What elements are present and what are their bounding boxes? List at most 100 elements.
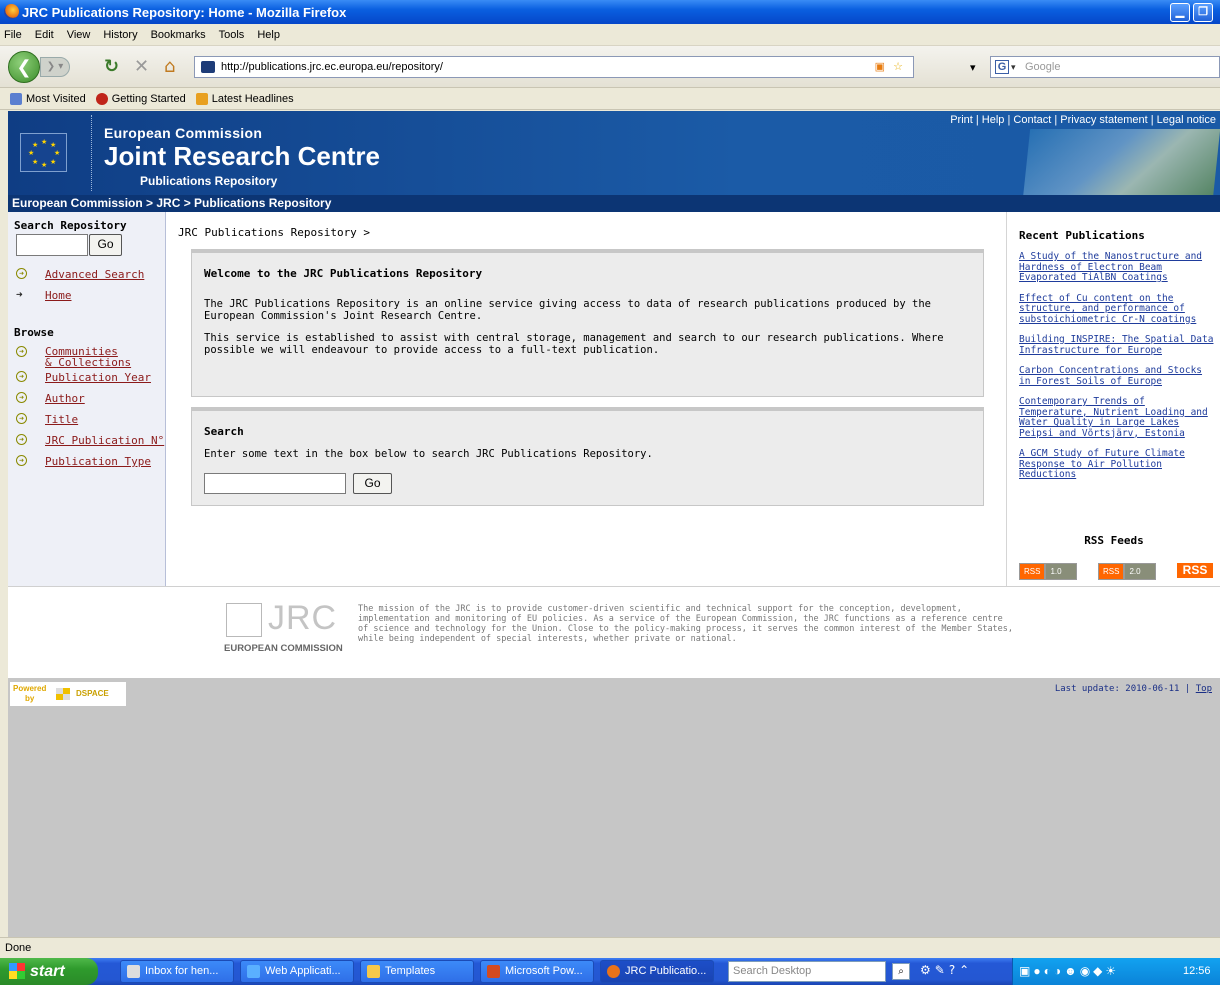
firefox-icon <box>607 965 620 978</box>
publication-link[interactable]: Carbon Concentrations and Stocks in Fore… <box>1019 365 1215 387</box>
bookmark-getting-started[interactable]: Getting Started <box>95 92 186 105</box>
arrow-icon: ➜ <box>16 288 23 301</box>
sidebar-item-advanced-search[interactable]: ➜ Advanced Search <box>8 268 166 289</box>
banner-line-repo: Publications Repository <box>140 174 278 188</box>
right-sidebar: Recent Publications A Study of the Nanos… <box>1006 212 1220 586</box>
browse-heading: Browse <box>14 326 54 339</box>
taskbar-item-jrc[interactable]: JRC Publicatio... <box>600 960 714 983</box>
menu-file[interactable]: File <box>4 29 22 41</box>
search-instructions: Enter some text in the box below to sear… <box>204 448 653 460</box>
desktop-search-input[interactable]: Search Desktop <box>728 961 886 982</box>
sidebar-search-input[interactable] <box>16 234 88 256</box>
navigation-toolbar: ❮ ❯ ▾ ↻ ✕ ⌂ http://publications.jrc.ec.e… <box>0 46 1220 88</box>
eu-flag-icon: ★ ★ ★ ★ ★ ★ ★ ★ <box>20 133 67 172</box>
reload-icon[interactable]: ↻ <box>104 57 119 77</box>
european-commission-label: EUROPEAN COMMISSION <box>224 643 343 654</box>
stop-icon[interactable]: ✕ <box>134 57 149 77</box>
main-search-input[interactable] <box>204 473 346 494</box>
mail-icon <box>127 965 140 978</box>
url-text: http://publications.jrc.ec.europa.eu/rep… <box>221 61 443 73</box>
taskbar-item-powerpoint[interactable]: Microsoft Pow... <box>480 960 594 983</box>
sidebar-item-author[interactable]: ➜ Author <box>8 392 166 413</box>
feed-icon <box>195 92 208 105</box>
sidebar-item-home[interactable]: ➜ Home <box>8 288 166 310</box>
search-engine-placeholder: Google <box>1025 61 1061 73</box>
quick-launch-icons[interactable]: ⚙✎?⌃ <box>920 963 1000 980</box>
folder-icon <box>367 965 380 978</box>
taskbar-item-templates[interactable]: Templates <box>360 960 474 983</box>
rss-1-0-button[interactable]: RSS 1.0 <box>1019 563 1093 580</box>
sidebar-item-title[interactable]: ➜ Title <box>8 413 166 434</box>
last-update: Last update: 2010-06-11 | Top <box>1054 684 1212 694</box>
folder-icon <box>10 92 22 105</box>
title-bar: JRC Publications Repository: Home - Mozi… <box>0 0 1220 24</box>
google-icon[interactable]: G <box>995 60 1009 74</box>
ie-icon <box>247 965 260 978</box>
search-icon[interactable]: ⌕ <box>892 963 910 980</box>
tray-icons[interactable]: ▣●◐◑☻◉◆☀ <box>1019 958 1119 985</box>
bookmark-latest-headlines[interactable]: Latest Headlines <box>195 92 294 105</box>
sidebar-item-publication-type[interactable]: ➜ Publication Type <box>8 455 166 476</box>
publication-link[interactable]: A GCM Study of Future Climate Response t… <box>1019 448 1215 481</box>
menu-edit[interactable]: Edit <box>35 29 54 41</box>
jrc-logo: JRC EUROPEAN COMMISSION <box>218 599 350 659</box>
banner-divider <box>91 115 92 191</box>
dspace-logo[interactable]: Powered by DSPACE <box>10 682 126 706</box>
menu-bookmarks[interactable]: Bookmarks <box>151 29 206 41</box>
taskbar-item-inbox[interactable]: Inbox for hen... <box>120 960 234 983</box>
bookmark-star-icon[interactable]: ☆ <box>893 57 903 77</box>
arrow-circle-icon: ➜ <box>16 434 27 445</box>
bookmarks-toolbar: Most Visited Getting Started Latest Head… <box>0 88 1220 110</box>
start-button[interactable]: start <box>0 958 98 985</box>
welcome-box: Welcome to the JRC Publications Reposito… <box>191 249 984 397</box>
restore-button[interactable]: ❐ <box>1193 3 1213 22</box>
menu-tools[interactable]: Tools <box>219 29 245 41</box>
sidebar-item-communities[interactable]: ➜ Communities & Collections <box>8 346 166 371</box>
site-breadcrumb[interactable]: European Commission > JRC > Publications… <box>8 195 1220 212</box>
menu-help[interactable]: Help <box>257 29 280 41</box>
search-repository-heading: Search Repository <box>14 219 127 232</box>
menu-view[interactable]: View <box>67 29 91 41</box>
main-go-button[interactable]: Go <box>353 473 392 494</box>
welcome-paragraph-1: The JRC Publications Repository is an on… <box>204 298 931 322</box>
search-engine-box[interactable]: G ▾ Google <box>990 56 1220 78</box>
welcome-title: Welcome to the JRC Publications Reposito… <box>204 267 483 280</box>
menu-bar: File Edit View History Bookmarks Tools H… <box>0 24 1220 46</box>
rss-icon[interactable]: ▣ <box>875 57 885 77</box>
url-bar[interactable]: http://publications.jrc.ec.europa.eu/rep… <box>194 56 914 78</box>
top-links[interactable]: Print | Help | Contact | Privacy stateme… <box>950 114 1216 126</box>
bookmark-most-visited[interactable]: Most Visited <box>10 92 86 105</box>
sidebar-item-publication-year[interactable]: ➜ Publication Year <box>8 371 166 392</box>
jrc-logo-text: JRC <box>268 599 338 637</box>
rss-button[interactable]: RSS <box>1177 563 1213 578</box>
publication-link[interactable]: A Study of the Nanostructure and Hardnes… <box>1019 251 1215 284</box>
publication-link[interactable]: Building INSPIRE: The Spatial Data Infra… <box>1019 334 1215 356</box>
back-button[interactable]: ❮ <box>8 51 40 83</box>
site-footer: JRC EUROPEAN COMMISSION The mission of t… <box>8 586 1220 678</box>
menu-history[interactable]: History <box>103 29 137 41</box>
arrow-circle-icon: ➜ <box>16 392 27 403</box>
taskbar: start Inbox for hen... Web Applicati... … <box>0 958 1220 985</box>
rss-2-0-button[interactable]: RSS 2.0 <box>1098 563 1172 580</box>
top-link[interactable]: Top <box>1196 684 1212 694</box>
publication-link[interactable]: Contemporary Trends of Temperature, Nutr… <box>1019 396 1215 439</box>
sidebar-item-jrc-number[interactable]: ➜ JRC Publication N° <box>8 434 166 455</box>
sidebar-go-button[interactable]: Go <box>89 234 122 256</box>
firefox-bookmark-icon <box>95 92 108 105</box>
forward-button[interactable]: ❯ ▾ <box>40 57 70 77</box>
firefox-icon <box>4 4 19 19</box>
powerpoint-icon <box>487 965 500 978</box>
minimize-button[interactable]: ▁ <box>1170 3 1190 22</box>
taskbar-item-web-app[interactable]: Web Applicati... <box>240 960 354 983</box>
page-breadcrumb[interactable]: JRC Publications Repository > <box>178 226 370 239</box>
arrow-circle-icon: ➜ <box>16 413 27 424</box>
eu-stars-icon <box>226 603 262 637</box>
publication-link[interactable]: Effect of Cu content on the structure, a… <box>1019 293 1215 326</box>
home-icon[interactable]: ⌂ <box>164 57 175 77</box>
page-bottom-band: Powered by DSPACE Last update: 2010-06-1… <box>8 678 1220 937</box>
recent-publications-list: A Study of the Nanostructure and Hardnes… <box>1019 251 1215 491</box>
status-bar: Done <box>0 937 1220 958</box>
dspace-icon <box>56 688 70 700</box>
rss-feeds-heading: RSS Feeds <box>1084 534 1144 547</box>
dropdown-icon[interactable]: ▾ <box>970 58 976 78</box>
